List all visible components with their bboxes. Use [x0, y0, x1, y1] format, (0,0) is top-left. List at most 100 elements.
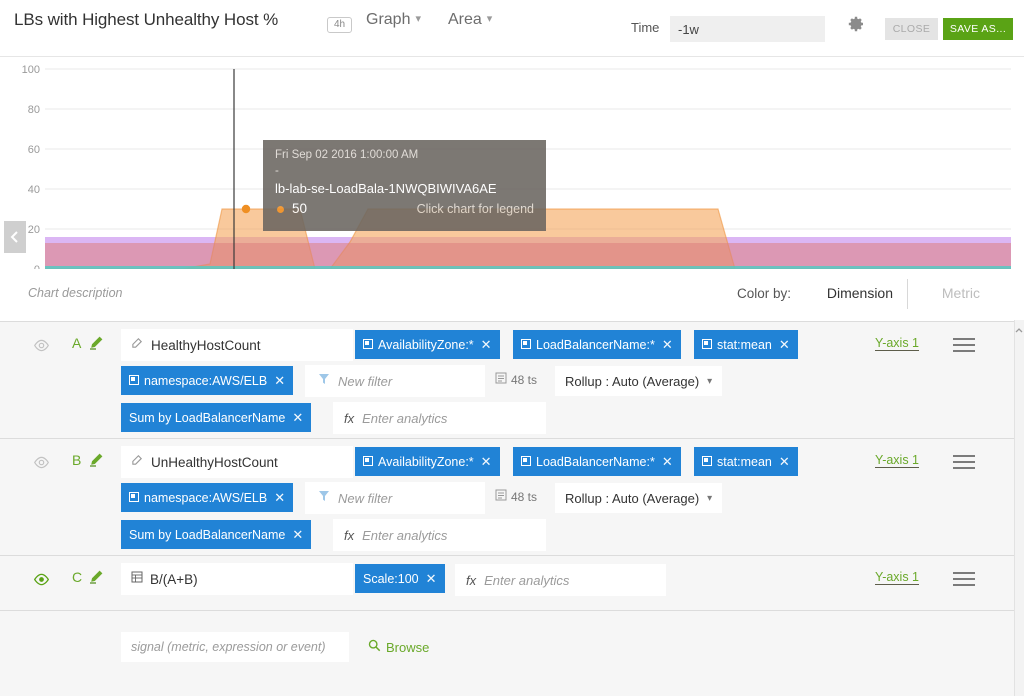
- rollup-label: Rollup : Auto (Average): [565, 491, 699, 506]
- close-button[interactable]: CLOSE: [885, 18, 938, 40]
- timeseries-icon: [495, 372, 507, 387]
- chip-scale-c[interactable]: Scale:100 ✕: [355, 564, 445, 593]
- svg-text:20: 20: [28, 224, 40, 236]
- metric-tag-icon: [131, 336, 144, 354]
- tooltip-separator: -: [275, 165, 534, 177]
- formula-icon: [131, 570, 143, 588]
- new-signal-row: signal (metric, expression or event) Bro…: [0, 611, 1014, 686]
- filter-icon: [318, 489, 330, 507]
- close-icon[interactable]: ✕: [481, 340, 492, 350]
- eye-visible-icon[interactable]: [33, 571, 50, 588]
- chart-description-input[interactable]: Chart description: [28, 286, 123, 300]
- chip-loadbalancername-a[interactable]: LoadBalancerName:* ✕: [513, 330, 681, 359]
- scroll-up-arrow-icon[interactable]: [1015, 322, 1023, 330]
- analytics-input-a[interactable]: fx Enter analytics: [333, 402, 546, 434]
- hamburger-menu-icon[interactable]: [953, 572, 975, 586]
- chart-area[interactable]: 100 80 60 40 20 0 01 Sep 02 Sep: [0, 57, 1024, 269]
- pencil-icon[interactable]: [88, 569, 104, 585]
- close-icon[interactable]: ✕: [426, 574, 437, 584]
- analytics-placeholder: Enter analytics: [362, 528, 447, 543]
- chip-namespace-b[interactable]: namespace:AWS/ELB ✕: [121, 483, 293, 512]
- filter-icon: [318, 372, 330, 390]
- svg-text:60: 60: [28, 144, 40, 156]
- chart-previous-button[interactable]: [4, 221, 26, 253]
- chip-label: LoadBalancerName:*: [536, 338, 655, 352]
- gear-icon[interactable]: [845, 14, 865, 34]
- new-filter-input-b[interactable]: New filter: [305, 482, 485, 514]
- pencil-icon[interactable]: [88, 335, 104, 351]
- close-icon[interactable]: ✕: [481, 457, 492, 467]
- plot-type-label: Area: [448, 11, 482, 28]
- close-icon[interactable]: ✕: [292, 530, 303, 540]
- signal-letter-b: B: [72, 452, 81, 468]
- browse-label: Browse: [386, 640, 429, 655]
- close-icon[interactable]: ✕: [274, 493, 285, 503]
- pencil-icon[interactable]: [88, 452, 104, 468]
- y-axis-link-a[interactable]: Y-axis 1: [875, 336, 919, 351]
- header-bar: LBs with Highest Unhealthy Host % 4h Gra…: [0, 0, 1024, 57]
- series-red-area: [45, 243, 1011, 269]
- metric-input-b[interactable]: UnHealthyHostCount: [121, 446, 353, 478]
- hamburger-menu-icon[interactable]: [953, 338, 975, 352]
- rollup-label: Rollup : Auto (Average): [565, 374, 699, 389]
- chip-label: AvailabilityZone:*: [378, 338, 474, 352]
- close-icon[interactable]: ✕: [779, 457, 790, 467]
- chip-availabilityzone-b[interactable]: AvailabilityZone:* ✕: [355, 447, 500, 476]
- tooltip-value-row: 50 Click chart for legend: [275, 201, 534, 217]
- formula-input-c[interactable]: B/(A+B): [121, 563, 353, 595]
- close-icon[interactable]: ✕: [292, 413, 303, 423]
- save-as-button[interactable]: SAVE AS...: [943, 18, 1013, 40]
- rollup-dropdown-b[interactable]: Rollup : Auto (Average) ▾: [555, 483, 722, 513]
- metric-input-a[interactable]: HealthyHostCount: [121, 329, 353, 361]
- time-label: Time: [631, 20, 659, 35]
- chip-stat-mean-b[interactable]: stat:mean ✕: [694, 447, 798, 476]
- analytics-placeholder: Enter analytics: [484, 573, 569, 588]
- chip-sum-by-loadbalancername-b[interactable]: Sum by LoadBalancerName ✕: [121, 520, 311, 549]
- y-axis-link-b[interactable]: Y-axis 1: [875, 453, 919, 468]
- dimension-square-icon: [702, 456, 712, 466]
- time-range-input[interactable]: [670, 16, 825, 42]
- timeseries-count-label: 48 ts: [511, 373, 537, 387]
- dimension-square-icon: [363, 456, 373, 466]
- resolution-badge[interactable]: 4h: [327, 17, 352, 33]
- plot-type-dropdown[interactable]: Area▾: [448, 11, 492, 29]
- search-icon: [368, 639, 381, 655]
- timeseries-count-label: 48 ts: [511, 490, 537, 504]
- close-icon[interactable]: ✕: [779, 340, 790, 350]
- vertical-scrollbar[interactable]: [1014, 320, 1024, 696]
- fx-icon: fx: [344, 411, 354, 426]
- chip-loadbalancername-b[interactable]: LoadBalancerName:* ✕: [513, 447, 681, 476]
- analytics-input-b[interactable]: fx Enter analytics: [333, 519, 546, 551]
- chip-availabilityzone-a[interactable]: AvailabilityZone:* ✕: [355, 330, 500, 359]
- new-signal-input[interactable]: signal (metric, expression or event): [121, 632, 349, 662]
- metric-tag-icon: [131, 453, 144, 471]
- color-by-metric-tab[interactable]: Metric: [942, 285, 980, 301]
- y-axis-link-c[interactable]: Y-axis 1: [875, 570, 919, 585]
- eye-hidden-icon[interactable]: [33, 337, 50, 354]
- chip-stat-mean-a[interactable]: stat:mean ✕: [694, 330, 798, 359]
- rollup-dropdown-a[interactable]: Rollup : Auto (Average) ▾: [555, 366, 722, 396]
- browse-button[interactable]: Browse: [368, 639, 429, 655]
- analytics-input-c[interactable]: fx Enter analytics: [455, 564, 666, 596]
- hamburger-menu-icon[interactable]: [953, 455, 975, 469]
- chip-label: Sum by LoadBalancerName: [129, 528, 285, 542]
- metric-name-b: UnHealthyHostCount: [151, 455, 278, 470]
- chip-label: namespace:AWS/ELB: [144, 374, 267, 388]
- close-icon[interactable]: ✕: [662, 457, 673, 467]
- color-by-dimension-tab[interactable]: Dimension: [827, 285, 893, 301]
- chip-namespace-a[interactable]: namespace:AWS/ELB ✕: [121, 366, 293, 395]
- dimension-square-icon: [363, 339, 373, 349]
- chip-label: namespace:AWS/ELB: [144, 491, 267, 505]
- close-icon[interactable]: ✕: [274, 376, 285, 386]
- chip-sum-by-loadbalancername-a[interactable]: Sum by LoadBalancerName ✕: [121, 403, 311, 432]
- signal-rows-container: A HealthyHostCount AvailabilityZone:* ✕: [0, 322, 1024, 696]
- new-filter-input-a[interactable]: New filter: [305, 365, 485, 397]
- formula-text-c: B/(A+B): [150, 572, 198, 587]
- close-icon[interactable]: ✕: [662, 340, 673, 350]
- signal-row-c: C B/(A+B) Scale:100 ✕ fx Enter analytic: [0, 556, 1014, 611]
- viz-type-dropdown[interactable]: Graph▾: [366, 11, 421, 29]
- svg-text:100: 100: [22, 64, 40, 76]
- timeseries-count-a: 48 ts: [495, 372, 537, 387]
- eye-hidden-icon[interactable]: [33, 454, 50, 471]
- dimension-square-icon: [129, 492, 139, 502]
